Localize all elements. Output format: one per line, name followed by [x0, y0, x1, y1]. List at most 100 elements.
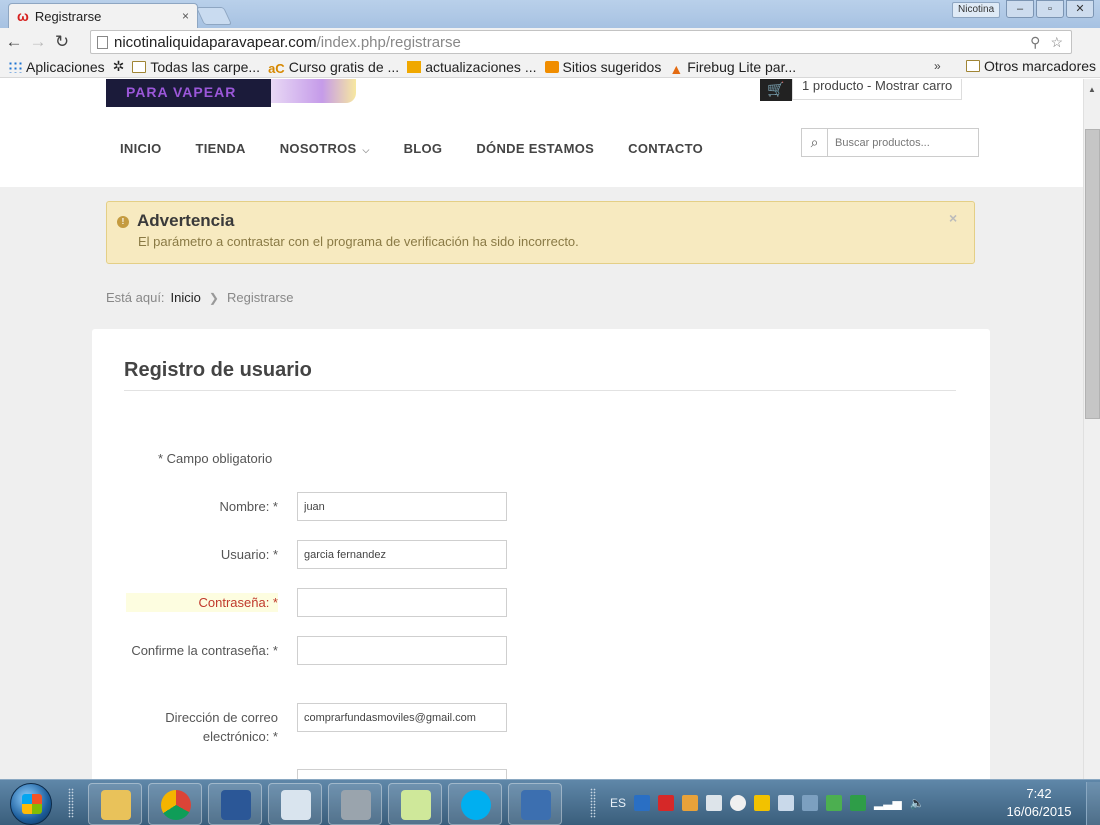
breadcrumb-prefix: Está aquí:	[106, 290, 165, 305]
extension-icon[interactable]: ⚲	[1030, 34, 1040, 51]
bookmark-label: Firebug Lite par...	[687, 58, 797, 75]
warning-icon: !	[117, 216, 129, 228]
tray-app-icon[interactable]	[802, 795, 819, 811]
bookmark-firebug[interactable]: ▲ Firebug Lite par...	[669, 58, 797, 77]
confirm-password-field[interactable]	[297, 636, 507, 665]
back-icon[interactable]: ←	[4, 32, 24, 52]
nav-tienda[interactable]: TIENDA	[196, 141, 246, 156]
forward-icon[interactable]: →	[28, 32, 48, 52]
other-bookmarks[interactable]: Otros marcadores	[966, 58, 1096, 74]
language-indicator[interactable]: ES	[610, 796, 626, 810]
alert-message: El parámetro a contrastar con el program…	[138, 234, 579, 249]
bookmark-label: actualizaciones ...	[425, 58, 537, 75]
sticky-notes-icon[interactable]	[388, 783, 442, 825]
registration-panel: Registro de usuario * Campo obligatorio …	[92, 329, 990, 779]
bookmark-label: Sitios sugeridos	[562, 58, 662, 75]
confirm-email-field[interactable]	[297, 769, 507, 779]
update-icon[interactable]	[850, 795, 867, 811]
usuario-field[interactable]	[297, 540, 507, 569]
gear-icon: ✲	[112, 58, 125, 74]
tray-app-icon[interactable]	[682, 795, 699, 811]
bookmark-settings[interactable]: ✲	[113, 58, 125, 75]
skype-icon[interactable]	[448, 783, 502, 825]
apps-icon	[8, 60, 22, 73]
bookmark-curso[interactable]: aC Curso gratis de ...	[268, 58, 400, 76]
chrome-icon[interactable]	[148, 783, 202, 825]
tray-app-icon[interactable]	[730, 795, 747, 811]
start-button[interactable]	[10, 783, 52, 825]
site-logo[interactable]: PARA VAPEAR	[106, 79, 271, 107]
nav-nosotros-label: NOSOTROS	[279, 141, 357, 156]
clock[interactable]: 7:42 16/06/2015	[996, 785, 1082, 821]
note-icon	[401, 790, 431, 820]
nav-inicio[interactable]: INICIO	[120, 141, 162, 156]
sp-icon[interactable]	[706, 795, 723, 811]
tray-app-icon[interactable]	[754, 795, 771, 811]
search-icon[interactable]: ⌕	[802, 129, 828, 156]
warning-alert: ! Advertencia El parámetro a contrastar …	[106, 201, 975, 264]
bookmark-star-icon[interactable]: ☆	[1050, 34, 1063, 51]
mail-icon[interactable]	[778, 795, 795, 811]
network-app-icon[interactable]	[508, 783, 562, 825]
browser-toolbar: ← → ↻ nicotinaliquidaparavapear.com/inde…	[0, 28, 1100, 76]
address-bar[interactable]: nicotinaliquidaparavapear.com/index.php/…	[90, 30, 1072, 54]
email-field[interactable]	[297, 703, 507, 732]
scroll-up-icon[interactable]: ▲	[1088, 85, 1096, 94]
folder-icon	[966, 60, 980, 72]
antivirus-icon[interactable]	[658, 795, 675, 811]
tab-registrarse[interactable]: ω Registrarse ×	[8, 3, 198, 28]
main-nav: INICIO TIENDA NOSOTROS ⌵ BLOG DÓNDE ESTA…	[120, 141, 737, 156]
system-tray: ES ▂▃▅ 🔈	[610, 780, 925, 825]
bookmark-actualizaciones[interactable]: actualizaciones ...	[407, 58, 537, 75]
search-input[interactable]	[828, 129, 978, 156]
app-logo-icon	[521, 790, 551, 820]
nombre-field[interactable]	[297, 492, 507, 521]
tab-close-icon[interactable]: ×	[182, 9, 189, 23]
password-field[interactable]	[297, 588, 507, 617]
snipping-tool-icon[interactable]	[268, 783, 322, 825]
close-window-button[interactable]: ✕	[1066, 0, 1094, 18]
signal-icon[interactable]: ▂▃▅	[874, 796, 902, 810]
windows-logo-icon	[22, 794, 42, 814]
clock-time: 7:42	[1026, 786, 1052, 801]
bookmark-label: Todas las carpe...	[150, 58, 261, 75]
folder-icon	[101, 790, 131, 820]
url-path: /index.php/registrarse	[316, 33, 461, 51]
nav-donde-estamos[interactable]: DÓNDE ESTAMOS	[476, 141, 594, 156]
nav-nosotros[interactable]: NOSOTROS ⌵	[280, 141, 370, 156]
vertical-scrollbar[interactable]: ▲	[1083, 79, 1100, 779]
breadcrumb-home-link[interactable]: Inicio	[171, 290, 201, 305]
close-icon[interactable]: ×	[949, 210, 957, 226]
tray-app-icon[interactable]	[826, 795, 843, 811]
cart-icon[interactable]: 🛒	[760, 79, 792, 101]
folder-icon	[132, 60, 147, 73]
reload-icon[interactable]: ↻	[52, 32, 72, 52]
scroll-thumb[interactable]	[1085, 129, 1100, 419]
tray-app-icon[interactable]	[634, 795, 651, 811]
breadcrumb-current: Registrarse	[226, 290, 294, 305]
bookmark-sitios[interactable]: Sitios sugeridos	[544, 58, 662, 75]
bookmark-label: Otros marcadores	[984, 58, 1097, 74]
nav-blog[interactable]: BLOG	[404, 141, 443, 156]
word-logo-icon	[221, 790, 251, 820]
cart-link[interactable]: 1 producto - Mostrar carro	[792, 79, 963, 100]
nav-contacto[interactable]: CONTACTO	[628, 141, 703, 156]
minimize-button[interactable]: –	[1006, 0, 1034, 18]
volume-icon[interactable]: 🔈	[910, 796, 925, 810]
bookmark-aplicaciones[interactable]: Aplicaciones	[8, 59, 105, 75]
divider	[124, 390, 956, 391]
word-icon[interactable]	[208, 783, 262, 825]
new-tab-button[interactable]	[195, 7, 233, 25]
site-header: PARA VAPEAR 🛒 1 producto - Mostrar carro…	[0, 79, 1083, 187]
show-desktop-button[interactable]	[1086, 782, 1100, 825]
maximize-button[interactable]: ▫	[1036, 0, 1064, 18]
taskbar-grip	[590, 788, 596, 818]
explorer-icon[interactable]	[88, 783, 142, 825]
bookmarks-more-button[interactable]: »	[934, 59, 941, 73]
skype-logo-icon	[461, 790, 491, 820]
profile-button[interactable]: Nicotina	[952, 2, 1001, 18]
bookmark-label: Curso gratis de ...	[288, 58, 400, 75]
bookmark-folder[interactable]: Todas las carpe...	[132, 59, 260, 75]
settings-icon[interactable]	[328, 783, 382, 825]
site-favicon-icon: ω	[17, 8, 29, 24]
